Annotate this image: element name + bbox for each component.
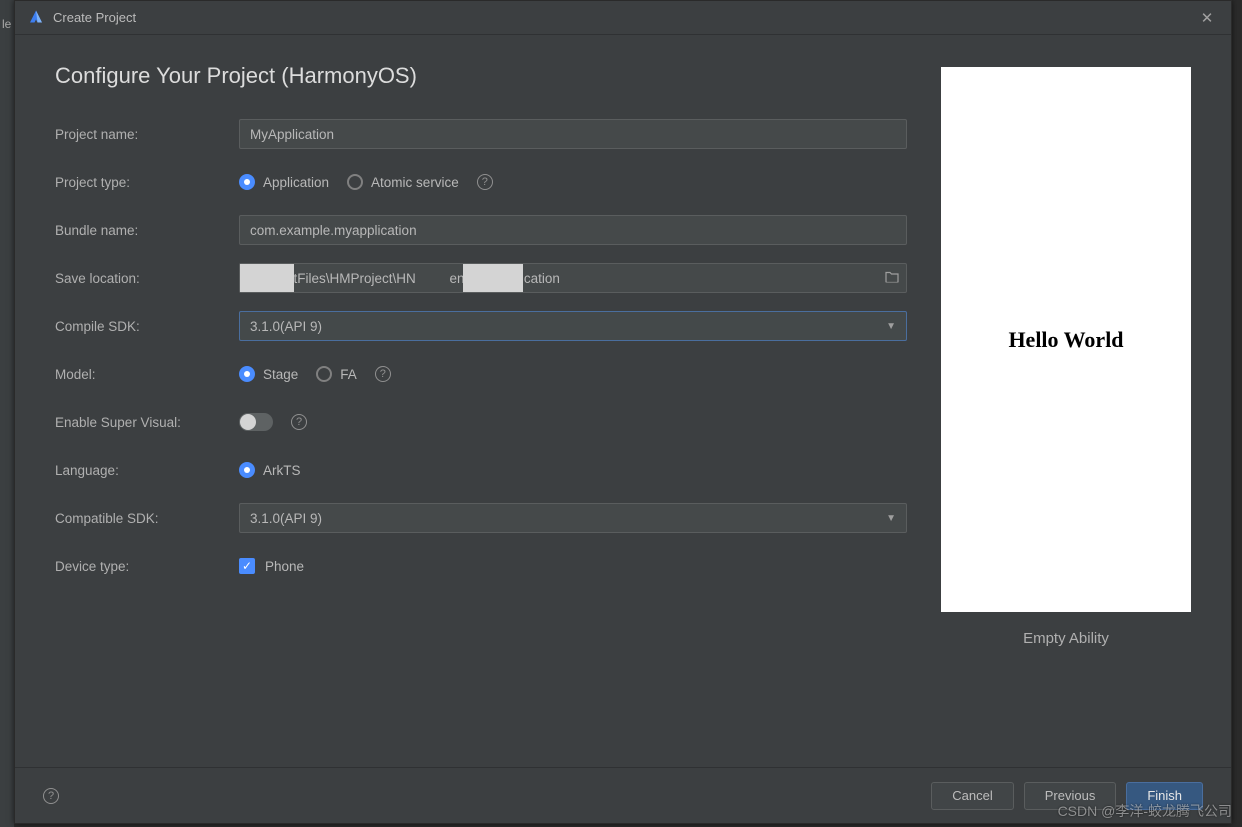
radio-arkts[interactable]: ArkTS [239, 462, 301, 478]
bundle-name-input[interactable] [239, 215, 907, 245]
cancel-button[interactable]: Cancel [931, 782, 1013, 810]
help-icon[interactable]: ? [477, 174, 493, 190]
chevron-down-icon: ▼ [886, 513, 896, 524]
project-type-label: Project type: [55, 175, 239, 190]
page-heading: Configure Your Project (HarmonyOS) [55, 63, 941, 89]
radio-dot-icon [239, 174, 255, 190]
save-location-input[interactable] [239, 263, 907, 293]
save-location-label: Save location: [55, 271, 239, 286]
create-project-dialog: Create Project ✕ Configure Your Project … [14, 0, 1232, 824]
device-phone-checkbox[interactable]: ✓ [239, 558, 255, 574]
template-preview: Hello World [941, 67, 1191, 612]
radio-label: Stage [263, 367, 298, 382]
select-value: 3.1.0(API 9) [250, 511, 322, 526]
watermark: CSDN @李洋-蛟龙腾飞公司 [1058, 801, 1232, 821]
help-icon[interactable]: ? [291, 414, 307, 430]
compile-sdk-select[interactable]: 3.1.0(API 9) ▼ [239, 311, 907, 341]
help-icon[interactable]: ? [375, 366, 391, 382]
titlebar: Create Project ✕ [15, 1, 1231, 35]
dialog-title: Create Project [53, 10, 1195, 25]
project-name-label: Project name: [55, 127, 239, 142]
preview-text: Hello World [1008, 327, 1123, 353]
radio-dot-icon [239, 462, 255, 478]
radio-stage[interactable]: Stage [239, 366, 298, 382]
radio-atomic-service[interactable]: Atomic service [347, 174, 459, 190]
app-logo-icon [27, 9, 45, 27]
model-label: Model: [55, 367, 239, 382]
preview-caption: Empty Ability [1023, 630, 1109, 647]
device-type-label: Device type: [55, 559, 239, 574]
radio-label: Atomic service [371, 175, 459, 190]
radio-dot-icon [239, 366, 255, 382]
select-value: 3.1.0(API 9) [250, 319, 322, 334]
background-fragment: le [2, 17, 11, 31]
super-visual-toggle[interactable] [239, 413, 273, 431]
redacted-region [240, 264, 294, 292]
radio-label: Application [263, 175, 329, 190]
radio-application[interactable]: Application [239, 174, 329, 190]
project-name-input[interactable] [239, 119, 907, 149]
compile-sdk-label: Compile SDK: [55, 319, 239, 334]
dialog-footer: ? Cancel Previous Finish [15, 767, 1231, 823]
compatible-sdk-label: Compatible SDK: [55, 511, 239, 526]
chevron-down-icon: ▼ [886, 321, 896, 332]
checkbox-label: Phone [265, 559, 304, 574]
language-label: Language: [55, 463, 239, 478]
radio-label: FA [340, 367, 357, 382]
help-icon[interactable]: ? [43, 788, 59, 804]
folder-icon[interactable] [885, 271, 899, 286]
super-visual-label: Enable Super Visual: [55, 415, 239, 430]
radio-fa[interactable]: FA [316, 366, 357, 382]
close-icon[interactable]: ✕ [1195, 6, 1219, 30]
radio-dot-icon [316, 366, 332, 382]
radio-dot-icon [347, 174, 363, 190]
bundle-name-label: Bundle name: [55, 223, 239, 238]
radio-label: ArkTS [263, 463, 301, 478]
redacted-region [463, 264, 523, 292]
compatible-sdk-select[interactable]: 3.1.0(API 9) ▼ [239, 503, 907, 533]
